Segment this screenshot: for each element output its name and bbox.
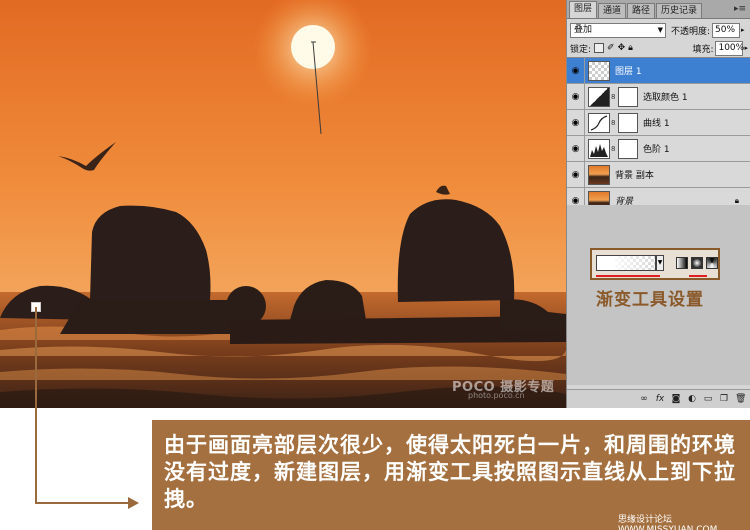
- arrow-right-icon: [128, 497, 139, 509]
- fill-label: 填充:: [692, 44, 714, 55]
- trash-icon[interactable]: 🗑︎: [735, 394, 746, 404]
- fx-icon[interactable]: fx: [655, 394, 665, 404]
- new-layer-icon[interactable]: ❐: [719, 394, 729, 404]
- blend-mode-value: 叠加: [574, 24, 593, 35]
- blend-row: 叠加 ▼ 不透明度: 50% ▸: [570, 22, 748, 38]
- adjustment-icon[interactable]: ◐: [687, 394, 697, 404]
- opacity-slider-icon[interactable]: ▸: [741, 26, 745, 34]
- layer-mask[interactable]: [618, 112, 638, 133]
- radial-gradient-icon[interactable]: [691, 257, 703, 269]
- lock-icon: 🔒︎: [734, 195, 739, 205]
- eye-icon[interactable]: ◉: [567, 161, 585, 188]
- levels-thumbnail: [588, 138, 610, 159]
- callout-line: [35, 502, 135, 504]
- tab-channels[interactable]: 通道: [598, 3, 627, 18]
- link-icon: 8: [611, 118, 616, 127]
- gradient-tool-caption: 渐变工具设置: [596, 290, 704, 310]
- tutorial-screenshot: POCO 摄影专题 photo.poco.cn 图层 通道 路径 历史记录 ▸≡…: [0, 0, 750, 530]
- layer-name: 背景 副本: [615, 171, 654, 181]
- eye-icon[interactable]: ◉: [567, 109, 585, 136]
- curves-icon: [590, 114, 608, 131]
- linear-gradient-icon[interactable]: [676, 257, 688, 269]
- link-icon: 8: [611, 92, 616, 101]
- angle-gradient-icon[interactable]: [706, 257, 718, 269]
- lock-transparency-icon[interactable]: [594, 43, 605, 53]
- highlight-underline: [689, 275, 707, 277]
- blend-mode-select[interactable]: 叠加 ▼: [570, 22, 666, 38]
- panel-menu-icon[interactable]: ▸≡: [733, 2, 747, 16]
- tab-paths[interactable]: 路径: [627, 3, 656, 18]
- callout-line: [35, 307, 37, 504]
- layer-row-curves[interactable]: ◉ 8 曲线 1: [567, 109, 750, 136]
- eye-icon[interactable]: ◉: [567, 135, 585, 162]
- layer-name: 图层 1: [615, 67, 642, 77]
- layer-row-layer1[interactable]: ◉ 图层 1: [567, 57, 750, 84]
- chevron-down-icon[interactable]: ▼: [656, 255, 664, 271]
- eye-icon[interactable]: ◉: [567, 83, 585, 110]
- chevron-down-icon: ▼: [657, 25, 663, 34]
- link-icon[interactable]: ∞: [639, 394, 649, 404]
- levels-icon: [590, 143, 608, 157]
- lock-all-icon[interactable]: 🔒︎: [628, 43, 633, 53]
- adjustment-thumbnail: [588, 86, 610, 107]
- layer-thumbnail: [588, 164, 610, 185]
- layer-mask[interactable]: [618, 86, 638, 107]
- panel-tabbar: 图层 通道 路径 历史记录 ▸≡: [567, 0, 750, 19]
- highlight-underline: [596, 275, 660, 277]
- tab-layers[interactable]: 图层: [569, 1, 598, 18]
- layer-row-background-copy[interactable]: ◉ 背景 副本: [567, 161, 750, 188]
- link-icon: 8: [611, 144, 616, 153]
- panel-bottom-toolbar: ∞ fx ◙ ◐ ▭ ❐ 🗑︎: [567, 389, 750, 408]
- sunset-photo: [0, 0, 566, 408]
- layers-panel: 图层 通道 路径 历史记录 ▸≡ 叠加 ▼ 不透明度: 50% ▸ 锁定: ✐ …: [566, 0, 750, 408]
- lock-row: 锁定: ✐ ✥ 🔒︎ 填充: 100% ▸: [570, 40, 748, 56]
- instruction-text: 由于画面亮部层次很少，使得太阳死白一片，和周围的环境没有过度，新建图层，用渐变工…: [164, 433, 736, 511]
- site-watermark: 思缘设计论坛 WWW.MISSYUAN.COM: [618, 515, 718, 530]
- layer-row-levels[interactable]: ◉ 8 色阶 1: [567, 135, 750, 162]
- curves-thumbnail: [588, 112, 610, 133]
- layer-list: ◉ 图层 1 ◉ 8 选取颜色 1 ◉ 8 曲线 1 ◉ 8 色阶 1 ◉ 背景…: [567, 57, 750, 214]
- gradient-fade: [597, 256, 655, 270]
- opacity-label: 不透明度:: [671, 26, 711, 37]
- lock-pixels-icon[interactable]: ✐: [607, 43, 615, 53]
- fill-field[interactable]: 100%: [715, 40, 744, 56]
- layer-name: 曲线 1: [643, 119, 670, 129]
- watermark-url: photo.poco.cn: [468, 391, 525, 400]
- lock-position-icon[interactable]: ✥: [618, 43, 626, 53]
- layer-mask[interactable]: [618, 138, 638, 159]
- tab-history[interactable]: 历史记录: [656, 3, 703, 18]
- layer-name: 选取颜色 1: [643, 93, 688, 103]
- fill-slider-icon[interactable]: ▸: [744, 44, 748, 52]
- lock-label: 锁定:: [570, 44, 592, 55]
- folder-icon[interactable]: ▭: [703, 394, 713, 404]
- eye-icon[interactable]: ◉: [567, 57, 585, 84]
- layer-row-selective-color[interactable]: ◉ 8 选取颜色 1: [567, 83, 750, 110]
- layer-name: 色阶 1: [643, 145, 670, 155]
- gradient-picker[interactable]: [596, 255, 656, 271]
- gradient-options-callout: ▼: [590, 248, 720, 280]
- mask-icon[interactable]: ◙: [671, 394, 681, 404]
- photo-canvas[interactable]: POCO 摄影专题 photo.poco.cn: [0, 0, 566, 408]
- layer-thumbnail: [588, 60, 610, 81]
- opacity-field[interactable]: 50%: [712, 22, 741, 38]
